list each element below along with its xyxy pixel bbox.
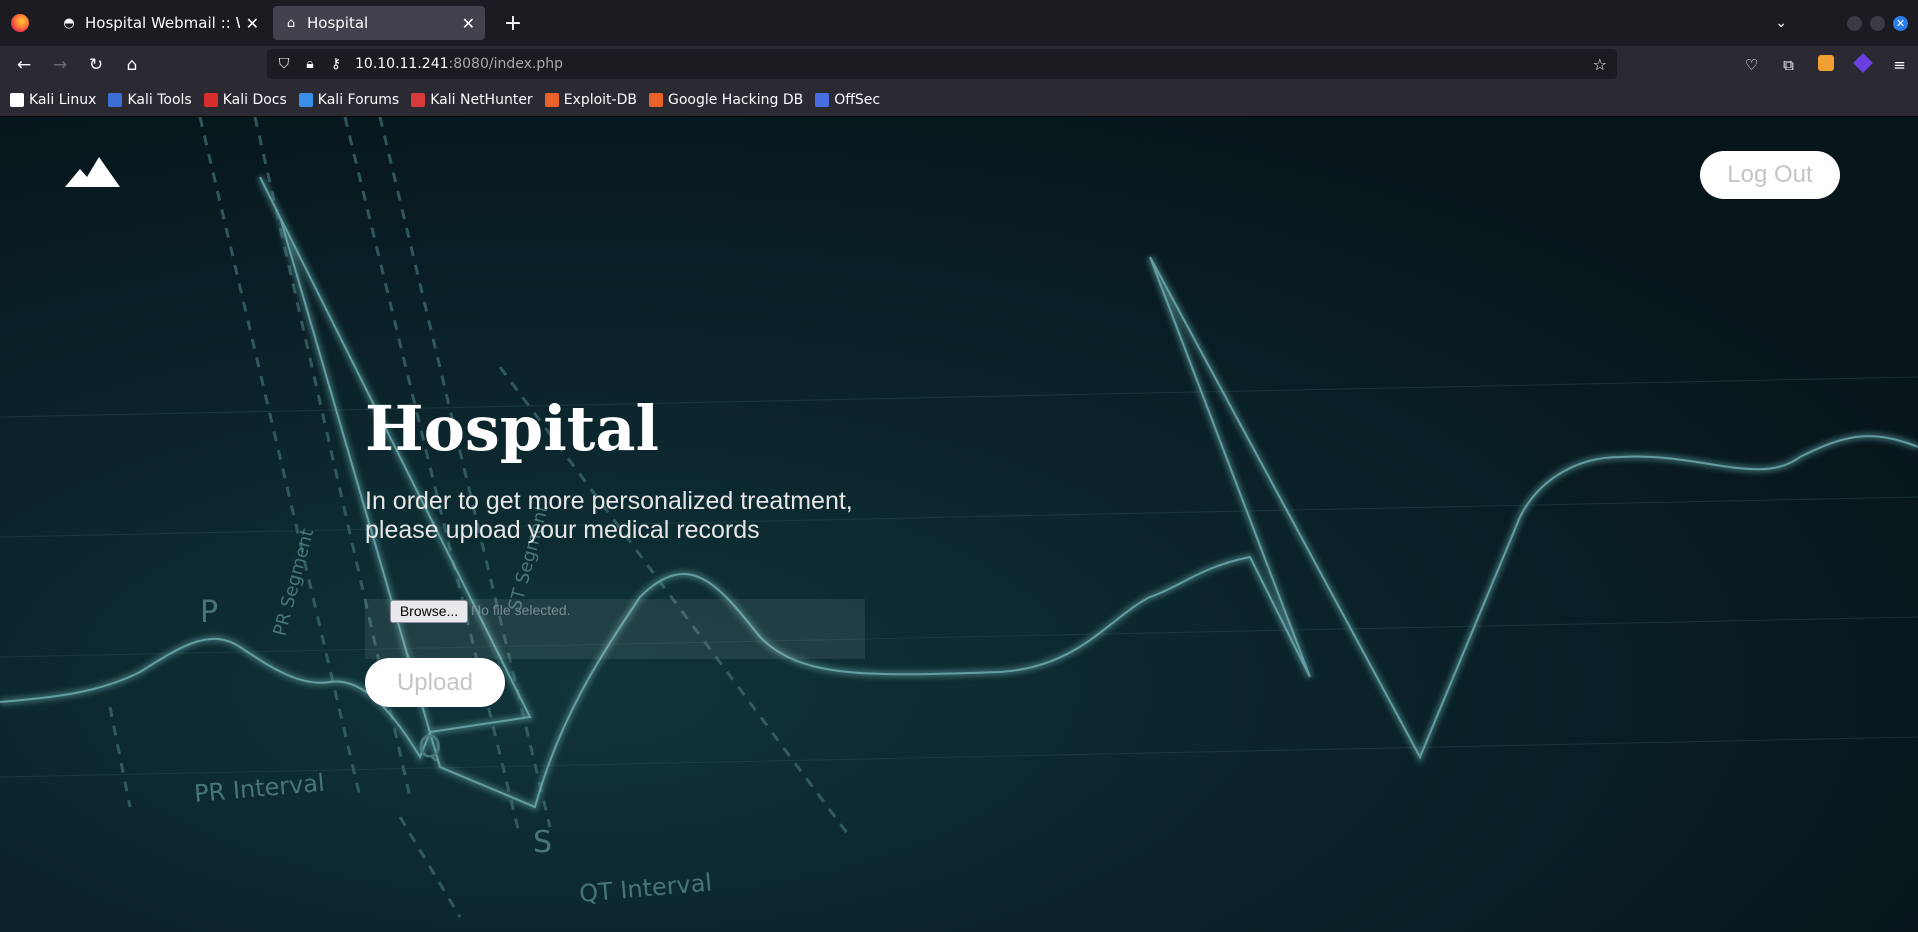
extensions-icon[interactable]: ⧉ — [1770, 56, 1807, 74]
reload-icon[interactable]: ↻ — [78, 55, 114, 75]
bookmark-item[interactable]: Kali Docs — [203, 92, 287, 108]
roundcube-icon: ◓ — [63, 15, 75, 31]
close-tab-icon[interactable]: ✕ — [246, 14, 259, 33]
bookmark-star-icon[interactable]: ☆ — [1593, 55, 1607, 74]
file-input-container: Browse... No file selected. — [365, 599, 865, 659]
logout-button[interactable]: Log Out — [1700, 151, 1840, 199]
browse-button[interactable]: Browse... — [390, 600, 468, 623]
upload-button[interactable]: Upload — [365, 658, 505, 707]
url-bar[interactable]: ⛉ 🔒︎ ⚷ 10.10.11.241:8080/index.php ☆ — [267, 49, 1617, 79]
hero-section: Hospital In order to get more personaliz… — [365, 392, 925, 545]
ghdb-icon — [648, 93, 663, 107]
nethunter-icon — [411, 93, 426, 107]
tab-strip: ◓ Hospital Webmail :: Welco ✕ ⌂ Hospital… — [0, 0, 1918, 46]
lock-icon[interactable]: 🔒︎ — [297, 56, 323, 72]
url-host: 10.10.11.241 — [355, 56, 449, 72]
new-tab-button[interactable]: + — [499, 11, 527, 36]
back-arrow-icon[interactable]: ← — [6, 55, 42, 75]
navigation-bar: ← → ↻ ⌂ ⛉ 🔒︎ ⚷ 10.10.11.241:8080/index.p… — [0, 46, 1918, 84]
ecg-label-p: P — [200, 595, 218, 630]
kali-docs-icon — [203, 93, 218, 107]
bookmark-item[interactable]: OffSec — [815, 92, 880, 108]
burp-extension-icon[interactable] — [1807, 55, 1844, 75]
kali-icon — [10, 93, 24, 107]
bookmark-item[interactable]: Kali Forums — [298, 92, 400, 108]
forward-arrow-icon[interactable]: → — [42, 55, 78, 75]
ecg-label-qt-interval: QT Interval — [578, 868, 713, 907]
tab-hospital-webmail[interactable]: ◓ Hospital Webmail :: Welco ✕ — [51, 6, 269, 40]
bookmarks-toolbar: Kali Linux Kali Tools Kali Docs Kali Forums… — [0, 84, 1918, 117]
maximize-button[interactable] — [1870, 15, 1885, 31]
kali-tools-icon — [108, 93, 123, 107]
toolbar-extensions: ♡ ⧉ ≡ — [1733, 46, 1918, 84]
key-icon[interactable]: ⚷ — [323, 56, 349, 72]
ecg-label-q: Q — [418, 730, 442, 765]
bookmark-item[interactable]: Kali NetHunter — [411, 92, 533, 108]
exploit-db-icon — [544, 93, 559, 107]
bookmark-item[interactable]: Exploit-DB — [544, 92, 637, 108]
home-icon: ⌂ — [286, 15, 296, 31]
subtitle-line-2: please upload your medical records — [365, 516, 760, 544]
bookmark-label: Kali Docs — [222, 92, 287, 108]
ecg-background: P Q S PR Interval QT Interval PR Segment… — [0, 117, 1918, 918]
close-tab-icon[interactable]: ✕ — [462, 14, 475, 33]
bookmark-label: Exploit-DB — [563, 92, 637, 108]
browser-chrome: ◓ Hospital Webmail :: Welco ✕ ⌂ Hospital… — [0, 0, 1918, 117]
bookmark-label: Kali Forums — [317, 92, 400, 108]
tab-hospital[interactable]: ⌂ Hospital ✕ — [273, 6, 485, 40]
firefox-icon[interactable] — [11, 14, 29, 32]
list-tabs-chevron-icon[interactable]: ⌄ — [1775, 15, 1787, 31]
url-path: :8080/index.php — [448, 56, 563, 72]
subtitle-line-1: In order to get more personalized treatm… — [365, 487, 853, 515]
minimize-button[interactable] — [1847, 15, 1862, 31]
page-content: P Q S PR Interval QT Interval PR Segment… — [0, 117, 1918, 932]
home-icon[interactable]: ⌂ — [114, 55, 150, 75]
menu-icon[interactable]: ≡ — [1881, 56, 1918, 74]
ecg-label-s: S — [533, 825, 552, 860]
window-controls: ⌄ ✕ — [1775, 0, 1918, 46]
tab-title: Hospital Webmail :: Welco — [85, 14, 240, 32]
bookmark-item[interactable]: Google Hacking DB — [648, 92, 804, 108]
bookmark-label: OffSec — [834, 92, 881, 108]
close-window-button[interactable]: ✕ — [1893, 15, 1908, 31]
bookmark-label: Google Hacking DB — [667, 92, 804, 108]
page-subtitle: In order to get more personalized treatm… — [365, 487, 925, 545]
foxyproxy-icon[interactable] — [1844, 53, 1881, 74]
mountain-logo-icon[interactable] — [65, 157, 120, 187]
bookmark-item[interactable]: Kali Tools — [108, 92, 192, 108]
tab-title: Hospital — [307, 14, 369, 32]
bookmark-label: Kali NetHunter — [430, 92, 533, 108]
tracking-shield-icon[interactable]: ⛉ — [271, 56, 297, 72]
offsec-icon — [815, 93, 830, 107]
pocket-icon[interactable]: ♡ — [1733, 56, 1770, 74]
bookmark-label: Kali Tools — [127, 92, 192, 108]
no-file-selected-label: No file selected. — [471, 602, 571, 618]
bookmark-item[interactable]: Kali Linux — [10, 92, 96, 108]
page-title: Hospital — [365, 392, 660, 465]
kali-forums-icon — [298, 93, 313, 107]
ecg-label-pr-interval: PR Interval — [193, 769, 326, 808]
bookmark-label: Kali Linux — [29, 92, 97, 108]
